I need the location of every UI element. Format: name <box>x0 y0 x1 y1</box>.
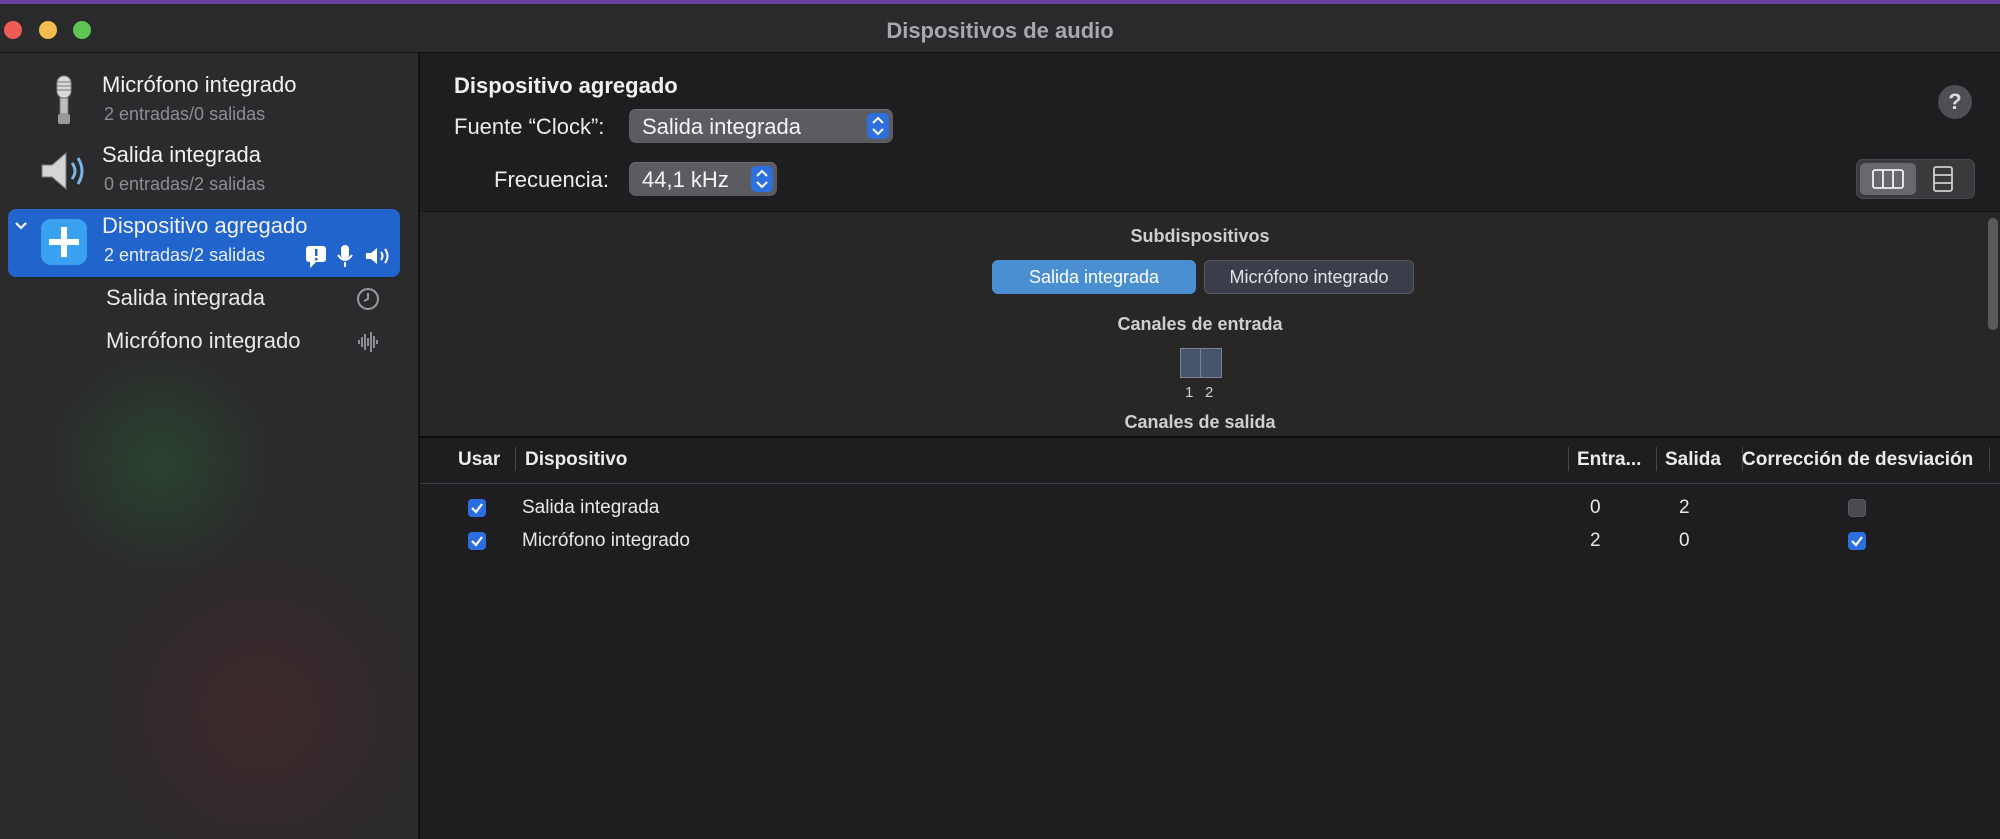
device-io: 0 entradas/2 salidas <box>104 174 266 194</box>
column-divider <box>1989 447 1990 471</box>
subdevice-item-microphone[interactable]: Micrófono integrado <box>106 328 300 354</box>
sidebar-device-aggregate[interactable]: Dispositivo agregado 2 entradas/2 salida… <box>8 209 400 277</box>
subdevices-title: Subdispositivos <box>1130 226 1270 246</box>
input-channel-2[interactable] <box>1200 348 1222 378</box>
clock-source-popup[interactable]: Salida integrada <box>629 109 893 143</box>
microphone-small-icon <box>337 245 353 267</box>
input-channel-1[interactable] <box>1180 348 1202 378</box>
device-cell: Salida integrada <box>522 497 660 518</box>
device-io: 2 entradas/0 salidas <box>104 104 266 124</box>
channel-number: 2 <box>1205 384 1214 401</box>
subdevices-panel: Subdispositivos Salida integrada Micrófo… <box>420 211 2000 438</box>
device-detail-pane: Dispositivo agregado Fuente “Clock”: Sal… <box>420 53 2000 839</box>
sidebar-device-microphone[interactable]: Micrófono integrado 2 entradas/0 salidas <box>8 68 400 136</box>
updown-chevron-icon <box>867 113 889 139</box>
sidebar-device-speaker[interactable]: Salida integrada 0 entradas/2 salidas <box>8 138 400 206</box>
tab-microphone[interactable]: Micrófono integrado <box>1204 260 1414 294</box>
microphone-icon <box>56 75 72 124</box>
chevron-down-icon[interactable] <box>12 217 30 235</box>
device-name: Dispositivo agregado <box>102 213 308 238</box>
table-row[interactable]: Salida integrada 0 2 <box>420 492 2000 524</box>
column-header-inputs[interactable]: Entra... <box>1577 449 1641 471</box>
section-title: Dispositivo agregado <box>454 73 678 98</box>
window-title: Dispositivos de audio <box>886 18 1114 43</box>
device-name: Salida integrada <box>102 142 262 167</box>
clock-icon <box>357 288 379 310</box>
clock-source-label: Fuente “Clock”: <box>454 114 605 139</box>
device-io: 2 entradas/2 salidas <box>104 245 266 265</box>
column-header-use[interactable]: Usar <box>458 449 500 471</box>
outputs-cell: 2 <box>1679 497 1690 518</box>
column-header-device[interactable]: Dispositivo <box>525 449 627 471</box>
subdevice-table-header: Usar Dispositivo Entra... Salida Correcc… <box>420 437 2000 484</box>
drift-correction-checkbox[interactable] <box>1848 499 1866 517</box>
column-divider <box>515 447 516 471</box>
output-channels-title: Canales de salida <box>1124 412 1276 432</box>
frequency-label: Frecuencia: <box>494 167 609 192</box>
inputs-cell: 0 <box>1590 497 1601 518</box>
speaker-icon <box>41 151 84 191</box>
outputs-cell: 0 <box>1679 530 1690 551</box>
use-checkbox[interactable] <box>468 499 486 517</box>
help-button[interactable]: ? <box>1938 85 1972 119</box>
device-status-badges <box>306 245 389 268</box>
frequency-popup[interactable]: 44,1 kHz <box>629 162 777 196</box>
device-sidebar: Micrófono integrado 2 entradas/0 salidas… <box>0 53 420 839</box>
alert-icon <box>306 246 326 268</box>
drift-correction-checkbox[interactable] <box>1848 532 1866 550</box>
subdevice-item-output[interactable]: Salida integrada <box>106 285 265 311</box>
plus-icon <box>41 219 87 265</box>
clock-source-value: Salida integrada <box>642 114 802 139</box>
column-divider <box>1656 447 1657 471</box>
inputs-cell: 2 <box>1590 530 1601 551</box>
tab-output[interactable]: Salida integrada <box>992 260 1196 294</box>
use-checkbox[interactable] <box>468 532 486 550</box>
device-name: Micrófono integrado <box>102 72 297 97</box>
waveform-icon <box>358 332 378 352</box>
columns-view-icon <box>1872 169 1904 189</box>
column-header-drift-correction[interactable]: Corrección de desviación <box>1742 449 1973 471</box>
device-cell: Micrófono integrado <box>522 530 690 551</box>
speaker-small-icon <box>366 248 389 264</box>
column-divider <box>1568 447 1569 471</box>
channel-number: 1 <box>1185 384 1194 401</box>
frequency-value: 44,1 kHz <box>642 167 729 192</box>
input-channels-title: Canales de entrada <box>1117 314 1283 334</box>
view-mode-segmented-control <box>1856 159 1975 199</box>
column-header-outputs[interactable]: Salida <box>1665 449 1721 471</box>
rows-view-icon[interactable] <box>1932 166 1954 192</box>
title-bar: Dispositivos de audio <box>0 4 2000 53</box>
updown-chevron-icon <box>751 166 773 192</box>
panel-scrollbar[interactable] <box>1988 218 1998 330</box>
table-row[interactable]: Micrófono integrado 2 0 <box>420 525 2000 557</box>
